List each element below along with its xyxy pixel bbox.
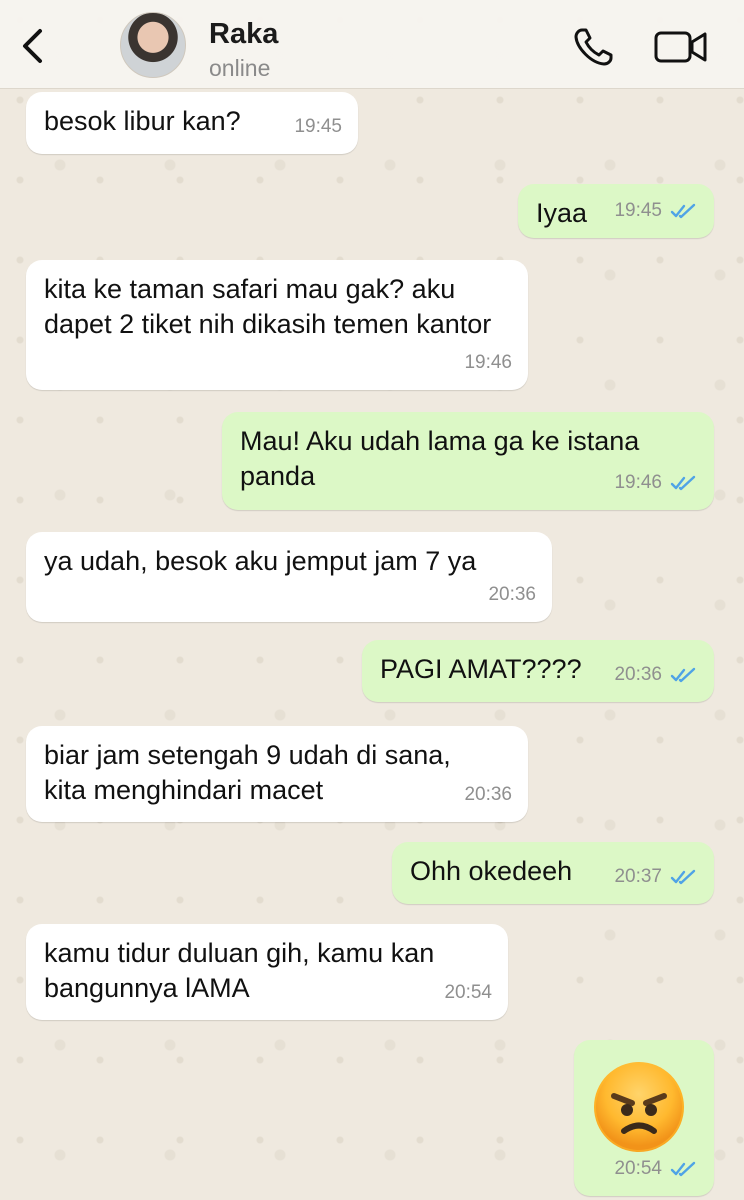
message-bubble[interactable]: kamu tidur duluan gih, kamu kan bangunny…: [26, 924, 508, 1020]
message-time: 20:54: [614, 1158, 662, 1179]
message-bubble[interactable]: Iyaa 19:45: [518, 184, 714, 238]
message-time: 20:36: [464, 784, 512, 805]
read-receipt-icon: [670, 869, 696, 884]
read-receipt-icon: [670, 203, 696, 218]
message-meta: 19:45: [294, 109, 342, 144]
voice-call-button[interactable]: [570, 26, 616, 68]
message-meta: 20:36: [464, 777, 512, 812]
contact-name[interactable]: Raka: [209, 18, 278, 51]
contact-avatar[interactable]: [120, 12, 186, 78]
message-meta: 20:36: [488, 577, 536, 612]
angry-face-emoji: [594, 1062, 684, 1152]
message-meta: 19:46: [464, 345, 512, 380]
message-bubble[interactable]: ya udah, besok aku jemput jam 7 ya 20:36: [26, 532, 552, 622]
chevron-left-icon: [23, 29, 42, 63]
message-time: 19:45: [614, 200, 662, 221]
message-time: 20:37: [614, 866, 662, 887]
chat-header: Raka online: [0, 0, 744, 89]
message-bubble[interactable]: biar jam setengah 9 udah di sana, kita m…: [26, 726, 528, 822]
message-meta: 20:36: [614, 657, 698, 692]
message-bubble[interactable]: Mau! Aku udah lama ga ke istana panda 19…: [222, 412, 714, 510]
message-time: 19:45: [294, 116, 342, 137]
message-time: 20:36: [488, 584, 536, 605]
message-bubble[interactable]: 20:54: [574, 1040, 714, 1196]
read-receipt-icon: [670, 475, 696, 490]
message-time: 19:46: [464, 352, 512, 373]
message-meta: 20:54: [614, 1151, 698, 1186]
contact-status: online: [209, 55, 271, 81]
video-call-button[interactable]: [652, 26, 710, 68]
message-meta: 20:54: [444, 975, 492, 1010]
video-camera-icon: [654, 31, 707, 63]
back-button[interactable]: [14, 26, 50, 66]
message-bubble[interactable]: kita ke taman safari mau gak? aku dapet …: [26, 260, 528, 390]
message-time: 20:36: [614, 664, 662, 685]
message-text: ya udah, besok aku jemput jam 7 ya: [44, 546, 477, 576]
message-time: 19:46: [614, 472, 662, 493]
message-meta: 19:46: [614, 465, 698, 500]
message-meta: 19:45: [614, 193, 698, 228]
read-receipt-icon: [670, 1161, 696, 1176]
message-bubble[interactable]: besok libur kan? 19:45: [26, 92, 358, 154]
angry-face-icon: [596, 1064, 682, 1150]
message-time: 20:54: [444, 982, 492, 1003]
phone-icon: [574, 28, 613, 66]
message-text: kita ke taman safari mau gak? aku dapet …: [44, 274, 492, 339]
message-text: biar jam setengah 9 udah di sana, kita m…: [44, 740, 451, 805]
message-bubble[interactable]: PAGI AMAT???? 20:36: [362, 640, 714, 702]
message-text: kamu tidur duluan gih, kamu kan bangunny…: [44, 938, 435, 1003]
message-bubble[interactable]: Ohh okedeeh 20:37: [392, 842, 714, 904]
message-meta: 20:37: [614, 859, 698, 894]
read-receipt-icon: [670, 667, 696, 682]
